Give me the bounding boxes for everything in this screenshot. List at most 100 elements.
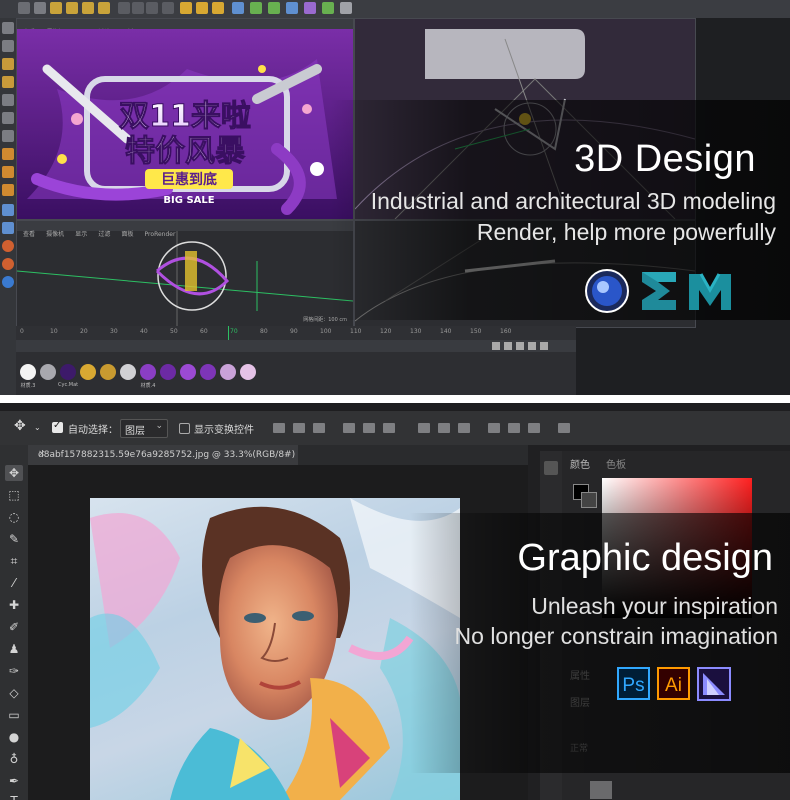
perspective-viewport[interactable]: 查看 摄像机 显示 过滤 面板 ProRender [16,18,354,220]
distribute-left-icon[interactable] [488,423,500,433]
scale-tool-icon[interactable] [82,2,94,14]
z-axis-icon[interactable] [146,2,158,14]
dodge-tool-icon[interactable]: ♁ [5,751,23,767]
material-swatch[interactable] [100,364,116,380]
gradient-tool-icon[interactable]: ▭ [5,707,23,723]
timeline-tick: 30 [110,328,118,335]
y-axis-icon[interactable] [132,2,144,14]
s-plugin-2-icon[interactable] [2,258,14,270]
snap-icon[interactable] [2,184,14,196]
auto-select-dropdown[interactable]: 图层 ⌄ [120,419,168,438]
s-plugin-icon[interactable] [2,240,14,252]
play-icon[interactable] [516,342,524,350]
background-color-swatch[interactable] [581,492,597,508]
align-top-icon[interactable] [273,423,285,433]
eraser-tool-icon[interactable]: ◇ [5,685,23,701]
workplane-icon[interactable] [2,76,14,88]
undo-tool-icon[interactable] [18,2,30,14]
redo-tool-icon[interactable] [34,2,46,14]
material-swatch[interactable] [20,364,36,380]
camera-icon[interactable] [340,2,352,14]
distribute-hcenter-icon[interactable] [508,423,520,433]
align-hcenter-icon[interactable] [363,423,375,433]
polygons-mode-icon[interactable] [2,130,14,142]
c4d-subtitle-line2: Render, help more powerfully [476,219,776,245]
floor-icon[interactable] [322,2,334,14]
playhead[interactable] [228,326,229,340]
material-swatch[interactable] [220,364,236,380]
coordinate-icon[interactable] [162,2,174,14]
layer-thumbnail[interactable] [590,781,612,799]
points-mode-icon[interactable] [2,94,14,106]
material-swatch[interactable] [180,364,196,380]
material-swatch[interactable] [120,364,136,380]
brush-tool-icon[interactable]: ✐ [5,619,23,635]
edges-mode-icon[interactable] [2,112,14,124]
rotate-tool-icon[interactable] [98,2,110,14]
swatches-panel-tab[interactable]: 色板 [606,456,626,471]
material-swatch[interactable] [40,364,56,380]
color-panel-tab[interactable]: 颜色 [570,456,590,471]
material-swatch[interactable] [60,364,76,380]
material-swatch[interactable] [240,364,256,380]
eyedropper-tool-icon[interactable]: ⁄ [5,575,23,591]
type-tool-icon[interactable]: T [5,793,23,800]
next-frame-icon[interactable] [528,342,536,350]
x-axis-icon[interactable] [118,2,130,14]
document-tab[interactable]: d8abf157882315.59e76a9285752.jpg @ 33.3%… [28,445,298,465]
material-swatch[interactable] [160,364,176,380]
lasso-tool-icon[interactable]: ◌ [5,509,23,525]
go-end-icon[interactable] [540,342,548,350]
tweak-mode-icon[interactable] [2,166,14,178]
s-plugin-3-icon[interactable] [2,276,14,288]
distribute-vcenter-icon[interactable] [438,423,450,433]
texture-mode-icon[interactable] [2,58,14,70]
tool-preset-chevron-icon[interactable]: ⌄ [34,423,41,432]
crop-tool-icon[interactable]: ⌗ [5,553,23,569]
distribute-bottom-icon[interactable] [458,423,470,433]
move-tool-icon[interactable]: ✥ [5,465,23,481]
lock-workplane-icon[interactable] [2,222,14,234]
nurbs-icon[interactable] [268,2,280,14]
make-editable-icon[interactable] [2,22,14,34]
spline-icon[interactable] [250,2,262,14]
auto-align-icon[interactable] [558,423,570,433]
solo-icon[interactable] [2,204,14,216]
deformer-icon[interactable] [304,2,316,14]
pen-tool-icon[interactable]: ✒ [5,773,23,789]
prev-frame-icon[interactable] [504,342,512,350]
history-brush-tool-icon[interactable]: ✑ [5,663,23,679]
axis-mode-icon[interactable] [2,148,14,160]
marquee-tool-icon[interactable]: ⬚ [5,487,23,503]
document-canvas[interactable] [90,498,460,800]
align-left-icon[interactable] [343,423,355,433]
align-vcenter-icon[interactable] [293,423,305,433]
align-right-icon[interactable] [383,423,395,433]
material-swatch[interactable] [140,364,156,380]
align-bottom-icon[interactable] [313,423,325,433]
history-panel-icon[interactable] [544,461,558,475]
distribute-right-icon[interactable] [528,423,540,433]
material-swatch[interactable] [80,364,96,380]
healing-brush-tool-icon[interactable]: ✚ [5,597,23,613]
go-start-icon[interactable] [492,342,500,350]
close-icon[interactable]: × [38,449,292,459]
clone-stamp-tool-icon[interactable]: ♟ [5,641,23,657]
blur-tool-icon[interactable]: ● [5,729,23,745]
quick-select-tool-icon[interactable]: ✎ [5,531,23,547]
portrait-artwork [90,498,460,800]
select-tool-icon[interactable] [50,2,62,14]
render-icon[interactable] [196,2,208,14]
front-viewport[interactable]: 查看 摄像机 显示 过滤 面板 ProRender 网格间距：100 cm [16,220,354,328]
array-icon[interactable] [286,2,298,14]
render-settings-icon[interactable] [212,2,224,14]
distribute-top-icon[interactable] [418,423,430,433]
material-swatch[interactable] [200,364,216,380]
move-tool-icon[interactable]: ✥ [14,418,26,434]
show-transform-checkbox[interactable] [179,423,190,434]
model-mode-icon[interactable] [2,40,14,52]
auto-select-checkbox[interactable]: ✓ [52,420,63,433]
cube-icon[interactable] [232,2,244,14]
render-view-icon[interactable] [180,2,192,14]
move-tool-icon[interactable] [66,2,78,14]
